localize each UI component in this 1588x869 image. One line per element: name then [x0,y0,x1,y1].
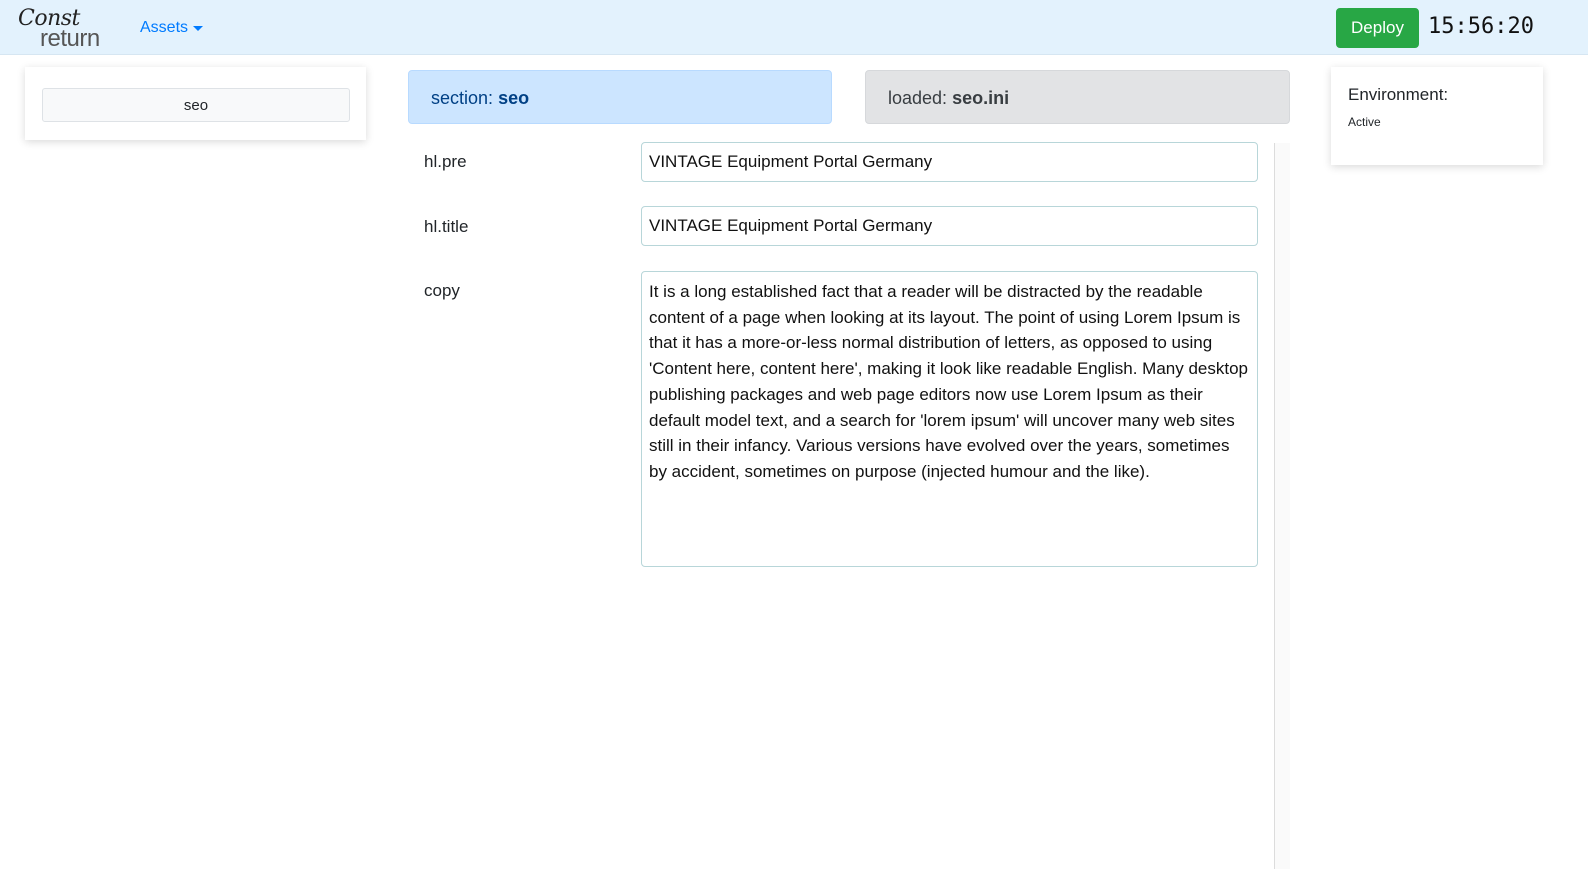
environment-card: Environment: Active [1331,67,1543,165]
loaded-file-alert: loaded: seo.ini [865,70,1290,124]
section-list-card: seo [25,67,366,140]
brand-logo[interactable]: Const return [18,4,108,52]
hl-pre-input[interactable] [641,142,1258,182]
field-label-hl-title: hl.title [424,217,469,236]
top-navbar: Const return Assets Deploy 15:56:20 [0,0,1588,55]
field-label-hl-pre: hl.pre [424,152,467,171]
caret-down-icon [193,25,204,31]
clock-display: 15:56:20 [1428,14,1534,39]
environment-status: Active [1348,115,1381,129]
section-alert-value: seo [498,88,530,108]
section-alert: section: seo [408,70,832,124]
content-divider [1274,143,1290,869]
section-alert-prefix: section: [431,88,494,108]
deploy-button[interactable]: Deploy [1336,8,1419,48]
environment-title: Environment: [1348,85,1449,104]
assets-dropdown[interactable]: Assets [140,19,204,37]
logo-return-text: return [40,25,100,52]
hl-title-input[interactable] [641,206,1258,246]
copy-textarea[interactable]: It is a long established fact that a rea… [641,271,1258,567]
field-label-copy: copy [424,281,460,300]
assets-dropdown-label: Assets [140,19,189,36]
loaded-alert-prefix: loaded: [888,88,948,108]
section-button-seo[interactable]: seo [42,88,350,122]
loaded-alert-value: seo.ini [952,88,1010,108]
